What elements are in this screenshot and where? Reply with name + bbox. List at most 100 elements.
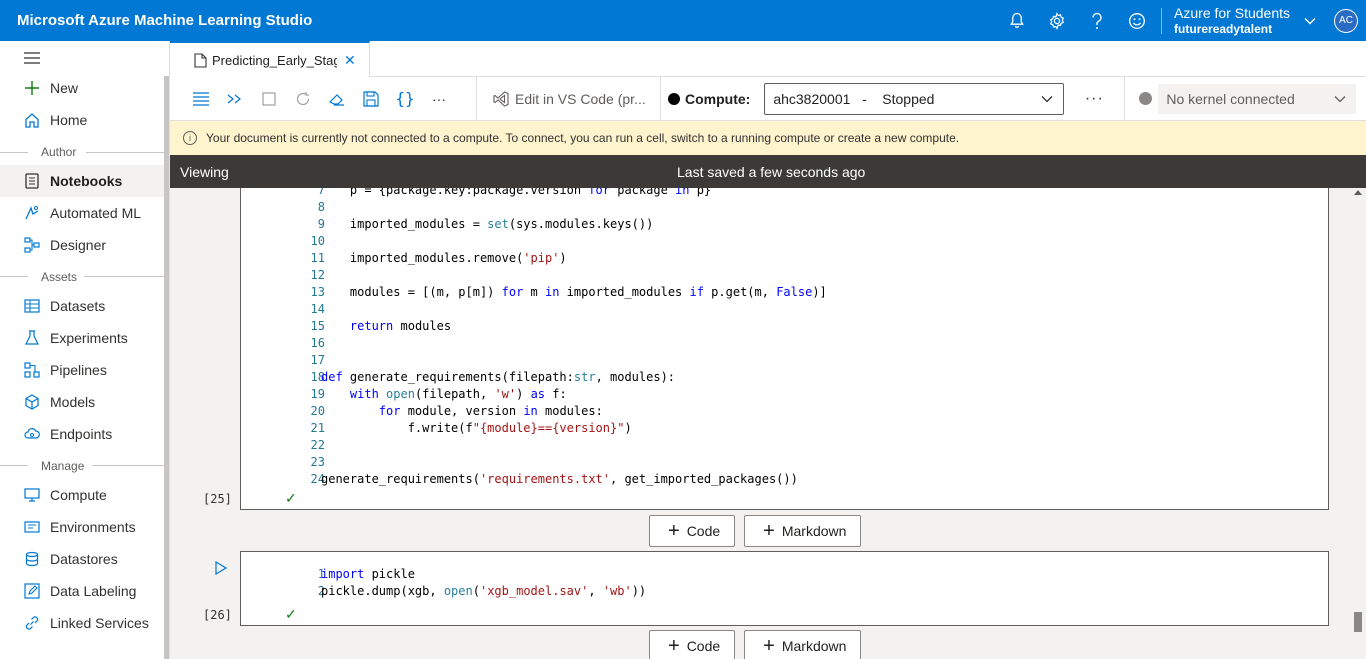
line-number: 7 bbox=[317, 188, 325, 197]
add-code-cell-button[interactable]: + Code bbox=[649, 515, 736, 547]
app-title[interactable]: Microsoft Azure Machine Learning Studio bbox=[17, 12, 997, 29]
kernel-select[interactable]: No kernel connected bbox=[1158, 83, 1357, 114]
sidebar-item-compute[interactable]: Compute bbox=[0, 479, 164, 511]
code-line: 21 f.write(f"{module}=={version}") bbox=[241, 419, 632, 436]
sidebar-item-new[interactable]: New bbox=[0, 72, 164, 104]
sidebar-item-data-labeling[interactable]: Data Labeling bbox=[0, 575, 164, 607]
tab-notebook[interactable]: Predicting_Early_Stag ✕ bbox=[170, 41, 370, 77]
line-number: 13 bbox=[310, 284, 325, 299]
sidebar-item-label: Datastores bbox=[50, 551, 118, 567]
add-code-cell-button[interactable]: + Code bbox=[649, 630, 736, 659]
chevron-down-icon bbox=[1304, 17, 1316, 24]
variables-icon[interactable]: {} bbox=[388, 77, 422, 121]
notebook-content[interactable]: 7 p = {package.key:package.version for p… bbox=[170, 188, 1366, 659]
plus-icon: + bbox=[668, 635, 680, 657]
sidebar-item-label: Models bbox=[50, 394, 96, 410]
flask-icon bbox=[23, 329, 41, 347]
code-line: 17 bbox=[241, 351, 325, 368]
vscode-label: Edit in VS Code (pr... bbox=[515, 90, 646, 107]
code-line: 16 bbox=[241, 334, 325, 351]
menu-icon[interactable] bbox=[184, 77, 218, 121]
smiley-icon[interactable] bbox=[1117, 0, 1157, 41]
eraser-icon[interactable] bbox=[320, 77, 354, 121]
code-text: modules = [(m, p[m]) for m in imported_m… bbox=[321, 284, 827, 299]
close-icon[interactable]: ✕ bbox=[344, 52, 356, 69]
sidebar-item-automated-ml[interactable]: Automated ML bbox=[0, 197, 164, 229]
warning-banner: i Your document is currently not connect… bbox=[170, 121, 1366, 155]
datasets-icon bbox=[23, 297, 41, 315]
sidebar-item-label: Compute bbox=[50, 487, 107, 503]
bell-icon[interactable] bbox=[997, 0, 1037, 41]
code-line: 10 bbox=[241, 232, 325, 249]
avatar[interactable]: AC bbox=[1334, 8, 1358, 33]
save-icon[interactable] bbox=[354, 77, 388, 121]
line-number: 17 bbox=[310, 352, 325, 367]
sidebar-item-home[interactable]: Home bbox=[0, 104, 164, 136]
code-text: for module, version in modules: bbox=[378, 403, 603, 418]
scroll-up-icon[interactable] bbox=[1354, 190, 1362, 195]
account-name: Azure for Students bbox=[1174, 4, 1290, 21]
sidebar-item-endpoints[interactable]: Endpoints bbox=[0, 418, 164, 450]
scrollbar-thumb[interactable] bbox=[1354, 612, 1362, 632]
code-cell[interactable]: 1 import pickle 2 pickle.dump(xgb, open('x… bbox=[240, 551, 1329, 626]
sidebar-item-datasets[interactable]: Datasets bbox=[0, 290, 164, 322]
section-divider bbox=[92, 465, 164, 466]
sidebar-item-experiments[interactable]: Experiments bbox=[0, 322, 164, 354]
sidebar-item-designer[interactable]: Designer bbox=[0, 229, 164, 261]
compute-label: Compute: bbox=[685, 90, 751, 107]
line-number: 20 bbox=[310, 403, 325, 418]
chevron-down-icon bbox=[1041, 95, 1053, 102]
line-number: 15 bbox=[310, 318, 325, 333]
chevron-down-icon bbox=[1334, 95, 1346, 102]
code-line: 9 imported_modules = set(sys.modules.key… bbox=[241, 215, 654, 232]
stop-icon[interactable] bbox=[252, 77, 286, 121]
add-markdown-cell-button[interactable]: + Markdown bbox=[744, 515, 862, 547]
sidebar-item-label: Datasets bbox=[50, 298, 106, 314]
line-number: 1 bbox=[317, 566, 325, 581]
restart-icon[interactable] bbox=[286, 77, 320, 121]
code-text: p = {package.key:package.version for pac… bbox=[321, 188, 712, 197]
code-line: 23 bbox=[241, 453, 325, 470]
notebook-toolbar: {} ··· Edit in VS Code (pr... Compute: a… bbox=[170, 76, 1366, 121]
edit-in-vscode-button[interactable]: Edit in VS Code (pr... bbox=[477, 91, 660, 107]
run-all-icon[interactable] bbox=[218, 77, 252, 121]
section-divider bbox=[86, 152, 164, 153]
sidebar-item-linked-services[interactable]: Linked Services bbox=[0, 607, 164, 639]
sidebar-item-pipelines[interactable]: Pipelines bbox=[0, 354, 164, 386]
code-line: 14 bbox=[241, 300, 325, 317]
more-icon[interactable]: ··· bbox=[422, 77, 456, 121]
add-cell-bar: + Code + Markdown bbox=[649, 630, 862, 659]
code-line: 2 pickle.dump(xgb, open('xgb_model.sav', … bbox=[241, 582, 646, 599]
add-markdown-label: Markdown bbox=[781, 638, 847, 654]
code-text: import pickle bbox=[321, 566, 415, 581]
code-line: 11 imported_modules.remove('pip') bbox=[241, 249, 567, 266]
gear-icon[interactable] bbox=[1037, 0, 1077, 41]
code-cell[interactable]: 7 p = {package.key:package.version for p… bbox=[240, 188, 1329, 510]
sidebar-item-label: Data Labeling bbox=[50, 583, 137, 599]
account-switcher[interactable]: Azure for Students futurereadytalent AC bbox=[1168, 0, 1366, 41]
add-markdown-cell-button[interactable]: + Markdown bbox=[744, 630, 862, 659]
top-bar: Microsoft Azure Machine Learning Studio … bbox=[0, 0, 1366, 41]
run-cell-icon[interactable] bbox=[215, 561, 227, 575]
compute-more-button[interactable]: ··· bbox=[1064, 90, 1124, 108]
line-number: 22 bbox=[310, 437, 325, 452]
code-text: with open(filepath, 'w') as f: bbox=[349, 386, 567, 401]
help-icon[interactable] bbox=[1077, 0, 1117, 41]
vscode-icon bbox=[493, 90, 509, 107]
add-code-label: Code bbox=[686, 523, 721, 539]
account-tenant: futurereadytalent bbox=[1174, 21, 1273, 36]
section-divider bbox=[0, 152, 28, 153]
hamburger-menu-icon[interactable] bbox=[24, 52, 40, 64]
monitor-icon bbox=[23, 486, 41, 504]
sidebar-item-models[interactable]: Models bbox=[0, 386, 164, 418]
sidebar-scrollbar[interactable] bbox=[164, 76, 169, 659]
compute-select[interactable]: ahc3820001 - Stopped bbox=[764, 82, 1065, 115]
section-divider bbox=[0, 276, 28, 277]
notebook-scrollbar[interactable] bbox=[1352, 188, 1364, 659]
sidebar-item-notebooks[interactable]: Notebooks bbox=[0, 165, 164, 197]
sidebar-item-datastores[interactable]: Datastores bbox=[0, 543, 164, 575]
success-check-icon: ✓ bbox=[285, 490, 297, 506]
code-line: 18 def generate_requirements(filepath:str… bbox=[241, 368, 676, 385]
saved-status: Last saved a few seconds ago bbox=[677, 163, 866, 180]
sidebar-item-environments[interactable]: Environments bbox=[0, 511, 164, 543]
